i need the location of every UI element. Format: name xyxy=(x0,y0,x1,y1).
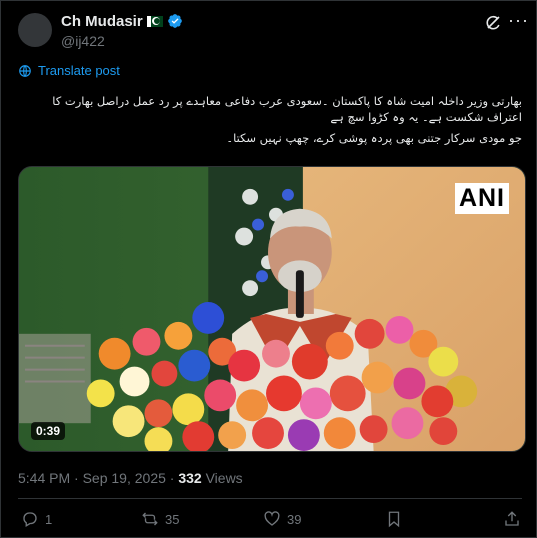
post-date[interactable]: Sep 19, 2025 xyxy=(83,470,166,486)
pakistan-flag-icon xyxy=(146,15,163,27)
globe-icon xyxy=(19,64,31,77)
reply-count: 1 xyxy=(45,511,53,527)
divider xyxy=(18,498,522,499)
share-button[interactable] xyxy=(503,510,521,528)
repost-icon xyxy=(142,512,158,526)
video-frame xyxy=(19,167,525,451)
video-player[interactable]: ANI 0:39 xyxy=(18,166,526,452)
bookmark-button[interactable] xyxy=(385,510,403,528)
repost-count: 35 xyxy=(165,511,180,527)
reply-button[interactable]: 1 xyxy=(21,510,52,528)
author-handle[interactable]: @ij422 xyxy=(61,33,183,49)
action-bar: 1 35 39 xyxy=(1,510,537,534)
repost-button[interactable]: 35 xyxy=(141,510,179,528)
views-count: 332 xyxy=(178,470,202,486)
post-time[interactable]: 5:44 PM xyxy=(18,470,70,486)
like-count: 39 xyxy=(287,511,302,527)
post-text-line-2: جو مودی سرکار جتنی بھی پردہ پوشی کرے، چھ… xyxy=(226,131,522,145)
meta-separator: · xyxy=(74,470,79,486)
ani-watermark: ANI xyxy=(454,183,509,214)
more-options-icon[interactable]: ··· xyxy=(508,11,528,33)
post-metadata: 5:44 PM · Sep 19, 2025 · 332 Views xyxy=(18,470,243,486)
bookmark-icon xyxy=(388,511,400,528)
heart-icon xyxy=(264,511,280,526)
grok-icon[interactable] xyxy=(483,13,503,33)
author-block: Ch Mudasir @ij422 xyxy=(61,11,183,49)
post-text-line-1: بھارتی وزیر داخلہ امیت شاہ کا پاکستان ۔س… xyxy=(52,94,522,124)
translate-post-label[interactable]: Translate post xyxy=(38,63,120,78)
avatar[interactable] xyxy=(18,13,52,47)
reply-icon xyxy=(23,512,37,527)
verified-badge-icon xyxy=(167,13,183,29)
author-name-row: Ch Mudasir xyxy=(61,11,183,31)
meta-separator: · xyxy=(169,470,175,486)
translate-post-link[interactable]: Translate post xyxy=(18,63,120,78)
display-name[interactable]: Ch Mudasir xyxy=(61,13,143,30)
like-button[interactable]: 39 xyxy=(263,510,301,528)
views-label: Views xyxy=(205,470,243,486)
tweet-card[interactable]: Ch Mudasir @ij422 ··· Translate post بھا… xyxy=(0,0,537,538)
video-duration-badge: 0:39 xyxy=(31,422,66,440)
share-icon xyxy=(505,511,519,526)
